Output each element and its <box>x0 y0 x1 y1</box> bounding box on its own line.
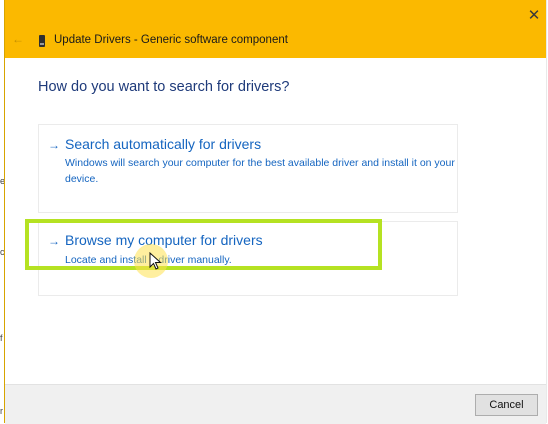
option-description: Windows will search your computer for th… <box>65 157 455 185</box>
option-description: Locate and install a driver manually. <box>65 254 232 266</box>
title-bar: ✕ ← Update Drivers - Generic software co… <box>5 0 546 58</box>
arrow-right-icon: → <box>48 234 60 248</box>
close-icon[interactable]: ✕ <box>524 6 544 26</box>
update-drivers-dialog: ✕ ← Update Drivers - Generic software co… <box>4 0 547 424</box>
cancel-button[interactable]: Cancel <box>475 394 538 416</box>
search-automatically-option[interactable]: → Search automatically for drivers Windo… <box>38 124 458 213</box>
browse-computer-option[interactable]: → Browse my computer for drivers Locate … <box>38 221 458 296</box>
back-arrow-icon[interactable]: ← <box>11 32 25 46</box>
arrow-right-icon: → <box>48 138 60 152</box>
device-icon <box>39 35 45 47</box>
dialog-title: Update Drivers - Generic software compon… <box>54 34 288 46</box>
option-title: Search automatically for drivers <box>65 136 262 152</box>
dialog-footer: Cancel <box>5 384 546 424</box>
page-heading: How do you want to search for drivers? <box>38 79 290 95</box>
option-title: Browse my computer for drivers <box>65 232 263 248</box>
